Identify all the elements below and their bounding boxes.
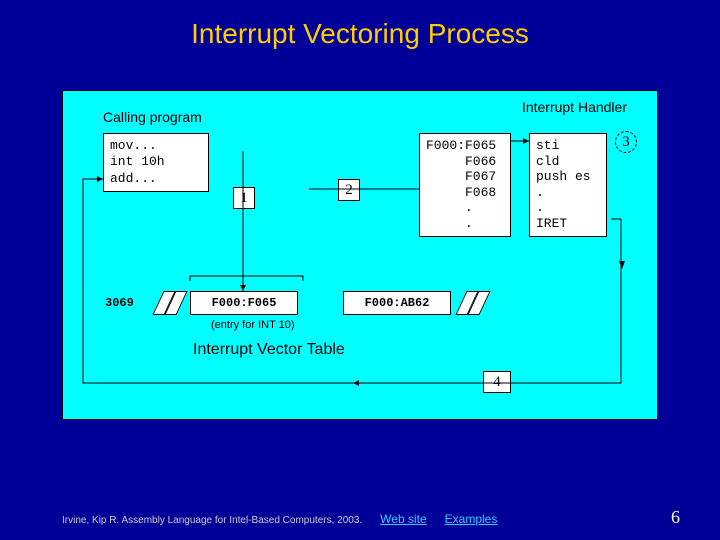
page-number: 6 [671,507,680,528]
footer: Irvine, Kip R. Assembly Language for Int… [62,512,680,526]
step-4-badge: 4 [483,371,511,393]
ivt-entry-note: (entry for INT 10) [211,319,295,331]
calling-code-box: mov... int 10h add... [103,133,209,192]
web-site-link[interactable]: Web site [380,512,426,526]
handler-code-box: sti cld push es . . IRET [529,133,607,237]
examples-link[interactable]: Examples [445,512,498,526]
address-column: F000:F065 F066 F067 F068 . . [419,133,511,237]
ivt-cell-1: F000:F065 [190,291,298,315]
ivt-cell-2: F000:AB62 [343,291,451,315]
interrupt-handler-label: Interrupt Handler [522,99,627,115]
step-1-badge: 1 [233,187,255,209]
calling-program-label: Calling program [103,109,202,125]
slide-title: Interrupt Vectoring Process [0,0,720,50]
footer-credit: Irvine, Kip R. Assembly Language for Int… [62,515,362,526]
step-3-badge: 3 [615,131,637,153]
ivt-title: Interrupt Vector Table [193,341,345,359]
diagram-area: Calling program Interrupt Handler mov...… [62,90,658,420]
step-2-badge: 2 [338,179,360,201]
left-address-label: 3069 [105,296,134,310]
